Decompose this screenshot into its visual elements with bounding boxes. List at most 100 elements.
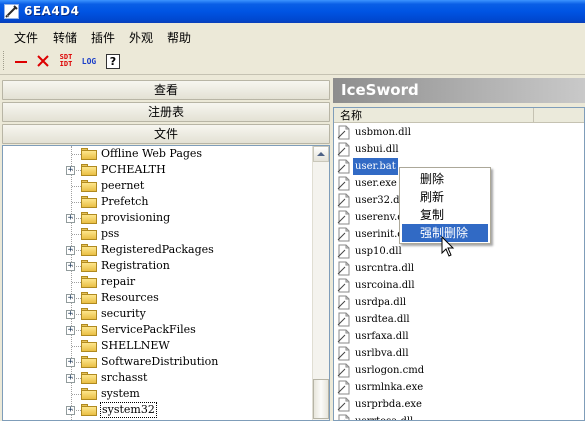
tree-item[interactable]: + security xyxy=(3,306,313,322)
tree-item-label: system xyxy=(101,387,140,400)
file-row[interactable]: usrdpa.dll xyxy=(334,294,584,311)
toolbar-grip[interactable] xyxy=(3,51,6,70)
file-icon xyxy=(337,176,350,191)
menu-appearance[interactable]: 外观 xyxy=(129,29,153,46)
tree-connector xyxy=(72,234,81,235)
file-row[interactable]: usrfaxa.dll xyxy=(334,328,584,345)
file-icon xyxy=(337,210,350,225)
file-icon xyxy=(337,227,350,242)
tree-item[interactable]: system xyxy=(3,386,313,402)
menu-dump[interactable]: 转储 xyxy=(53,29,77,46)
file-row[interactable]: usrcntra.dll xyxy=(334,260,584,277)
tree-item[interactable]: + RegisteredPackages xyxy=(3,242,313,258)
tree-item-label: Offline Web Pages xyxy=(101,147,203,160)
tree-item-label: Resources xyxy=(101,291,159,304)
file-icon xyxy=(337,346,350,361)
context-item-copy[interactable]: 复制 xyxy=(402,206,488,224)
help-icon[interactable]: ? xyxy=(104,52,122,70)
tree-item-label: pss xyxy=(101,227,120,240)
file-row[interactable]: usp10.dll xyxy=(334,243,584,260)
tree-item-label: Registration xyxy=(101,259,170,272)
tree-scrollbar[interactable] xyxy=(312,146,329,420)
menu-plugins[interactable]: 插件 xyxy=(91,29,115,46)
folder-icon xyxy=(81,164,97,176)
tree-connector xyxy=(72,314,81,315)
file-row[interactable]: usrrtosa.dll xyxy=(334,413,584,420)
nav-registry-button[interactable]: 注册表 xyxy=(2,102,330,122)
file-name: usbmon.dll xyxy=(355,127,411,138)
tree-item[interactable]: Offline Web Pages xyxy=(3,146,313,162)
folder-icon xyxy=(81,196,97,208)
file-row[interactable]: usrmlnka.exe xyxy=(334,379,584,396)
tree-connector xyxy=(72,218,81,219)
file-row[interactable]: usrlogon.cmd xyxy=(334,362,584,379)
nav-files-button[interactable]: 文件 xyxy=(2,124,330,144)
file-row[interactable]: usrdtea.dll xyxy=(334,311,584,328)
file-row[interactable]: usbui.dll xyxy=(334,141,584,158)
tree-item[interactable]: + Registration xyxy=(3,258,313,274)
tree-item[interactable]: + provisioning xyxy=(3,210,313,226)
file-list[interactable]: 名称 usbmon.dll usbui.dll user.bat user.exe us… xyxy=(333,107,585,421)
tree-item[interactable]: + srchasst xyxy=(3,370,313,386)
context-menu: 删除 刷新 复制 强制删除 xyxy=(399,167,491,244)
menu-bar: 文件 转储 插件 外观 帮助 xyxy=(0,23,585,47)
file-name: user.bat xyxy=(353,158,398,175)
tree-item-label: security xyxy=(101,307,146,320)
file-name: usrfaxa.dll xyxy=(355,331,409,342)
tree-item[interactable]: + system32 xyxy=(3,402,313,418)
menu-file[interactable]: 文件 xyxy=(14,29,38,46)
scroll-thumb[interactable] xyxy=(313,379,329,419)
tree-item[interactable]: + ServicePackFiles xyxy=(3,322,313,338)
tree-item-label: peernet xyxy=(101,179,145,192)
tree-item-label: system32 xyxy=(100,402,157,418)
tree-item[interactable]: + PCHEALTH xyxy=(3,162,313,178)
file-name: usrrtosa.dll xyxy=(353,413,415,420)
tree-item-label: RegisteredPackages xyxy=(101,243,214,256)
context-item-delete[interactable]: 删除 xyxy=(402,170,488,188)
minimize-icon[interactable] xyxy=(12,52,30,70)
tree-connector xyxy=(72,410,81,411)
menu-help[interactable]: 帮助 xyxy=(167,29,191,46)
mouse-cursor-icon xyxy=(441,236,455,257)
column-header-name[interactable]: 名称 xyxy=(334,108,534,123)
folder-icon xyxy=(81,308,97,320)
file-icon xyxy=(337,261,350,276)
tree-item-label: Prefetch xyxy=(101,195,149,208)
close-icon[interactable] xyxy=(34,52,52,70)
sdt-idt-icon[interactable]: SDT IDT xyxy=(57,52,75,70)
file-name: usrlogon.cmd xyxy=(355,365,425,376)
file-icon xyxy=(337,193,350,208)
folder-icon xyxy=(81,260,97,272)
file-row[interactable]: usrcoina.dll xyxy=(334,277,584,294)
context-item-refresh[interactable]: 刷新 xyxy=(402,188,488,206)
tree-item[interactable]: repair xyxy=(3,274,313,290)
file-row[interactable]: usbmon.dll xyxy=(334,124,584,141)
scroll-up-button[interactable] xyxy=(313,146,329,162)
folder-icon xyxy=(81,148,97,160)
tree-item[interactable]: SHELLNEW xyxy=(3,338,313,354)
folder-tree[interactable]: Offline Web Pages + PCHEALTH peernet Prefetc… xyxy=(2,145,330,421)
tree-item[interactable]: + SoftwareDistribution xyxy=(3,354,313,370)
tree-item-label: SoftwareDistribution xyxy=(101,355,219,368)
tree-item[interactable]: peernet xyxy=(3,178,313,194)
nav-view-button[interactable]: 查看 xyxy=(2,80,330,100)
title-bar[interactable]: 6EA4D4 xyxy=(0,0,585,23)
file-name: usbui.dll xyxy=(355,144,399,155)
tree-item[interactable]: Prefetch xyxy=(3,194,313,210)
tree-connector xyxy=(72,394,81,395)
tree-item[interactable]: + Resources xyxy=(3,290,313,306)
right-panel: IceSword 名称 usbmon.dll usbui.dll user.bat u… xyxy=(333,78,585,421)
brand-header: IceSword xyxy=(333,78,585,103)
file-name: usp10.dll xyxy=(355,246,402,257)
file-icon xyxy=(337,142,350,157)
tree-item[interactable]: pss xyxy=(3,226,313,242)
file-icon xyxy=(337,125,350,140)
app-icon xyxy=(4,4,19,19)
tree-connector xyxy=(72,378,81,379)
file-row[interactable]: usrprbda.exe xyxy=(334,396,584,413)
file-row[interactable]: usrlbva.dll xyxy=(334,345,584,362)
log-icon[interactable]: LOG xyxy=(80,52,98,70)
file-icon xyxy=(337,380,350,395)
file-icon xyxy=(337,397,350,412)
folder-icon xyxy=(81,372,97,384)
